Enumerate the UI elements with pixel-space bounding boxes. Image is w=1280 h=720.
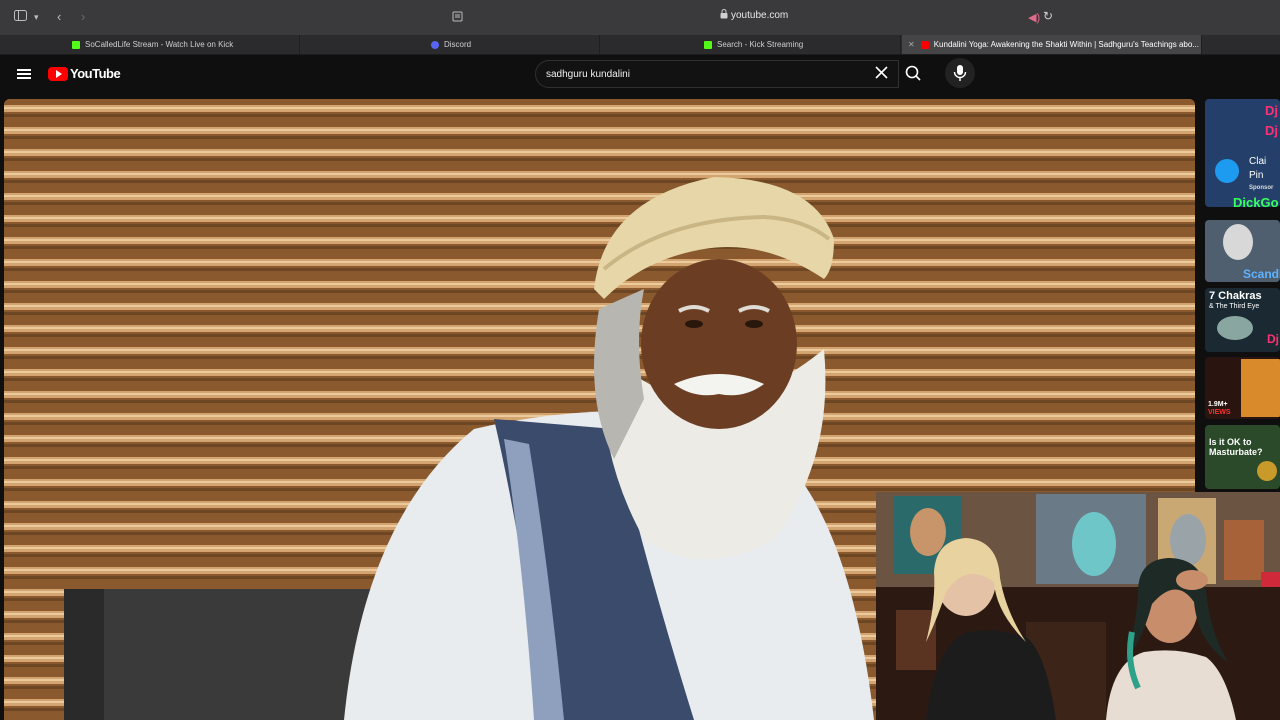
address-bar[interactable]: youtube.com ◀︎) ↻ xyxy=(446,6,1058,28)
kick-icon xyxy=(704,40,712,49)
tab-youtube-active[interactable]: ✕ Kundalini Yoga: Awakening the Shakti Wi… xyxy=(902,35,1202,54)
recommendations-sidebar: Dj Dj Dj Clai Pin Sponsor DickGo Scandle… xyxy=(1205,99,1280,494)
ad-title: Clai xyxy=(1249,156,1267,167)
reload-icon[interactable]: ↻ xyxy=(1043,9,1053,23)
views-label: VIEWS xyxy=(1208,409,1231,416)
tab-label: SoCalledLife Stream - Watch Live on Kick xyxy=(85,40,234,49)
webcam-frame xyxy=(876,492,1280,720)
thumb-caption: Scandle xyxy=(1243,267,1280,281)
ad-subtitle: Pin xyxy=(1249,170,1264,181)
thumb-text: Dj xyxy=(1265,103,1278,118)
sidebar-toggle-icon[interactable] xyxy=(14,9,27,25)
forward-icon[interactable]: › xyxy=(81,9,85,25)
back-icon[interactable]: ‹ xyxy=(57,9,61,25)
search-box[interactable] xyxy=(535,60,899,88)
microphone-icon xyxy=(953,65,967,81)
tab-label: Kundalini Yoga: Awakening the Shakti Wit… xyxy=(933,40,1199,49)
thumb-caption: DickGo xyxy=(1233,195,1279,207)
tab-label: Search - Kick Streaming xyxy=(717,40,804,49)
reader-icon[interactable] xyxy=(452,11,463,22)
recommendation-thumbnail[interactable]: Is it OK to Masturbate? xyxy=(1205,425,1280,489)
hamburger-menu-icon[interactable] xyxy=(17,67,31,81)
recommendation-thumbnail[interactable]: 1.9M+ VIEWS xyxy=(1205,357,1280,419)
recommendation-thumbnail[interactable]: 7 Chakras & The Third Eye Dj xyxy=(1205,288,1280,352)
tab-discord[interactable]: Discord xyxy=(301,35,600,54)
thumb-tag: Dj xyxy=(1267,332,1279,346)
recommendation-thumbnail[interactable]: Scandle xyxy=(1205,220,1280,282)
youtube-header: YouTube xyxy=(0,55,1280,99)
discord-icon xyxy=(431,40,439,49)
thumb-text: Dj xyxy=(1265,123,1278,138)
search-icon[interactable] xyxy=(897,60,931,86)
voice-search-button[interactable] xyxy=(945,58,975,88)
eye-image xyxy=(1217,316,1253,340)
kick-icon xyxy=(72,40,80,49)
twitter-bird-icon xyxy=(1215,159,1239,183)
tab-kick-search[interactable]: Search - Kick Streaming xyxy=(601,35,901,54)
meditation-image xyxy=(1241,359,1280,417)
sponsored-badge: Sponsor xyxy=(1249,185,1274,191)
tab-kick-stream[interactable]: SoCalledLife Stream - Watch Live on Kick xyxy=(0,35,300,54)
thumb-title: 7 Chakras xyxy=(1209,290,1262,302)
youtube-icon xyxy=(920,40,929,49)
webcam-overlay xyxy=(876,492,1280,720)
youtube-logo[interactable]: YouTube xyxy=(48,65,121,82)
portrait-image xyxy=(1223,224,1253,260)
close-icon[interactable] xyxy=(874,65,889,80)
speaker-mute-icon[interactable]: ◀︎) xyxy=(1028,11,1040,24)
tab-bar: SoCalledLife Stream - Watch Live on Kick… xyxy=(0,35,1280,55)
recommendation-thumbnail[interactable]: Dj Dj Dj Clai Pin Sponsor DickGo xyxy=(1205,99,1280,207)
youtube-play-icon xyxy=(48,66,68,81)
chevron-down-icon[interactable]: ▾ xyxy=(34,9,39,25)
thumb-title: Is it OK to Masturbate? xyxy=(1209,437,1263,457)
views-count: 1.9M+ xyxy=(1208,401,1228,408)
thumb-subtitle: & The Third Eye xyxy=(1209,303,1260,310)
tab-label: Discord xyxy=(444,40,472,49)
browser-toolbar: ▾ ‹ › youtube.com ◀︎) ↻ xyxy=(0,0,1280,35)
close-tab-icon[interactable]: ✕ xyxy=(908,40,915,49)
search-input[interactable] xyxy=(544,65,868,84)
logo-text: YouTube xyxy=(70,66,121,82)
lock-icon xyxy=(720,9,728,19)
badge-icon xyxy=(1257,461,1277,481)
url-text: youtube.com xyxy=(731,10,789,21)
